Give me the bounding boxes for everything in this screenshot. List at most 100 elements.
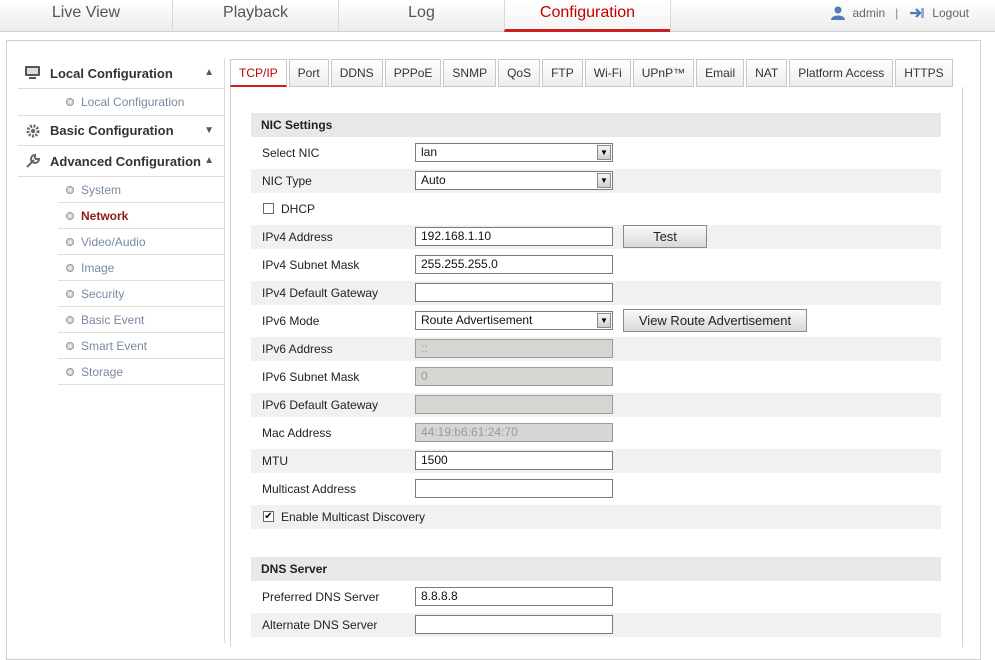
nav-tab-log[interactable]: Log	[338, 0, 504, 32]
top-nav-bar: Live View Playback Log Configuration adm…	[0, 0, 995, 32]
sidebar-item-video-audio[interactable]: Video/Audio	[58, 229, 224, 255]
ipv6-mode-row: IPv6 Mode Route Advertisement ▼ View Rou…	[251, 309, 941, 333]
nic-settings-title: NIC Settings	[251, 113, 941, 137]
nic-type-label: NIC Type	[262, 174, 312, 188]
chevron-up-icon[interactable]: ▲	[204, 67, 214, 78]
multicast-discovery-row: ✔ Enable Multicast Discovery	[251, 505, 941, 529]
sidebar-section-basic[interactable]: Basic Configuration ▼	[18, 115, 224, 146]
tab-tcp-ip[interactable]: TCP/IP	[230, 59, 287, 87]
multicast-address-row: Multicast Address	[251, 477, 941, 501]
ipv4-address-row: IPv4 Address 192.168.1.10 Test	[251, 225, 941, 249]
ipv6-mode-dropdown[interactable]: Route Advertisement ▼	[415, 311, 613, 330]
tab-ftp[interactable]: FTP	[542, 59, 583, 87]
tab-platform-access[interactable]: Platform Access	[789, 59, 894, 87]
sidebar-item-local-configuration[interactable]: Local Configuration	[58, 89, 224, 115]
bullet-icon	[66, 237, 74, 246]
mac-address-label: Mac Address	[262, 426, 332, 440]
mtu-label: MTU	[262, 454, 288, 468]
bullet-icon	[66, 263, 74, 272]
ipv4-gateway-input[interactable]	[415, 283, 613, 302]
preferred-dns-row: Preferred DNS Server 8.8.8.8	[251, 585, 941, 609]
alternate-dns-row: Alternate DNS Server	[251, 613, 941, 637]
select-nic-row: Select NIC lan ▼	[251, 141, 941, 165]
sidebar-item-network[interactable]: Network	[58, 203, 224, 229]
nic-type-dropdown[interactable]: Auto ▼	[415, 171, 613, 190]
multicast-discovery-checkbox[interactable]: ✔	[263, 511, 274, 522]
dropdown-arrow-icon[interactable]: ▼	[597, 173, 611, 188]
ipv6-mode-label: IPv6 Mode	[262, 314, 320, 328]
sidebar: Local Configuration ▲ Local Configuratio…	[18, 58, 224, 385]
test-button[interactable]: Test	[623, 225, 707, 248]
ipv4-mask-row: IPv4 Subnet Mask 255.255.255.0	[251, 253, 941, 277]
dropdown-arrow-icon[interactable]: ▼	[597, 145, 611, 160]
ipv4-gateway-row: IPv4 Default Gateway	[251, 281, 941, 305]
sidebar-item-storage[interactable]: Storage	[58, 359, 224, 385]
sidebar-item-label: Network	[81, 208, 129, 223]
ipv6-address-row: IPv6 Address ::	[251, 337, 941, 361]
user-icon	[831, 6, 846, 20]
sidebar-item-image[interactable]: Image	[58, 255, 224, 281]
alternate-dns-label: Alternate DNS Server	[262, 618, 378, 632]
chevron-up-icon[interactable]: ▲	[204, 155, 214, 166]
view-route-advertisement-button[interactable]: View Route Advertisement	[623, 309, 807, 332]
bullet-icon	[66, 289, 74, 298]
tab-snmp[interactable]: SNMP	[443, 59, 497, 87]
sidebar-item-smart-event[interactable]: Smart Event	[58, 333, 224, 359]
monitor-icon	[25, 66, 40, 79]
bullet-icon	[66, 98, 74, 106]
tab-email[interactable]: Email	[696, 59, 745, 87]
tab-port[interactable]: Port	[288, 59, 329, 87]
sidebar-item-label: Basic Event	[81, 312, 145, 327]
tab-https[interactable]: HTTPS	[895, 59, 953, 87]
nav-tab-playback[interactable]: Playback	[172, 0, 338, 32]
nav-tab-live-view[interactable]: Live View	[0, 0, 172, 32]
mac-address-row: Mac Address 44:19:b6:61:24:70	[251, 421, 941, 445]
ipv6-mask-input: 0	[415, 367, 613, 386]
mtu-row: MTU 1500	[251, 449, 941, 473]
tab-ddns[interactable]: DDNS	[330, 59, 383, 87]
bullet-icon	[66, 315, 74, 324]
ipv6-address-label: IPv6 Address	[262, 342, 333, 356]
tab-pppoe[interactable]: PPPoE	[384, 59, 442, 87]
nav-divider	[670, 0, 671, 32]
preferred-dns-label: Preferred DNS Server	[262, 590, 380, 604]
sidebar-item-label: Storage	[81, 364, 124, 379]
sidebar-item-security[interactable]: Security	[58, 281, 224, 307]
username: admin	[852, 6, 886, 20]
sidebar-item-system[interactable]: System	[58, 177, 224, 203]
sidebar-section-advanced[interactable]: Advanced Configuration ▲	[18, 146, 224, 177]
logout-link[interactable]: Logout	[932, 6, 969, 20]
ipv6-gateway-row: IPv6 Default Gateway	[251, 393, 941, 417]
network-tabs: TCP/IP Port DDNS PPPoE SNMP QoS FTP Wi-F…	[230, 59, 955, 87]
tab-nat[interactable]: NAT	[746, 59, 788, 87]
nav-tab-configuration[interactable]: Configuration	[504, 0, 670, 32]
preferred-dns-input[interactable]: 8.8.8.8	[415, 587, 613, 606]
ipv6-gateway-label: IPv6 Default Gateway	[262, 398, 379, 412]
gear-icon	[26, 124, 40, 137]
sidebar-section-basic-label: Basic Configuration	[50, 123, 174, 138]
nic-type-value: Auto	[421, 173, 446, 187]
bullet-icon	[66, 211, 74, 220]
tab-upnp[interactable]: UPnP™	[632, 59, 695, 87]
dhcp-checkbox[interactable]	[263, 203, 274, 214]
alternate-dns-input[interactable]	[415, 615, 613, 634]
sidebar-item-label: Local Configuration	[81, 95, 185, 109]
dropdown-arrow-icon[interactable]: ▼	[597, 313, 611, 328]
dns-server-title: DNS Server	[251, 557, 941, 581]
ipv4-mask-input[interactable]: 255.255.255.0	[415, 255, 613, 274]
dhcp-row: DHCP	[251, 197, 941, 221]
tab-wifi[interactable]: Wi-Fi	[584, 59, 631, 87]
ipv4-address-input[interactable]: 192.168.1.10	[415, 227, 613, 246]
mtu-input[interactable]: 1500	[415, 451, 613, 470]
logout-icon[interactable]	[908, 7, 926, 19]
nic-type-row: NIC Type Auto ▼	[251, 169, 941, 193]
sidebar-section-advanced-label: Advanced Configuration	[50, 153, 201, 169]
sidebar-section-local[interactable]: Local Configuration ▲	[18, 58, 224, 89]
chevron-down-icon[interactable]: ▼	[204, 125, 214, 136]
tab-qos[interactable]: QoS	[498, 59, 541, 87]
multicast-address-input[interactable]	[415, 479, 613, 498]
ipv6-gateway-input	[415, 395, 613, 414]
select-nic-dropdown[interactable]: lan ▼	[415, 143, 613, 162]
ipv6-address-input: ::	[415, 339, 613, 358]
sidebar-item-basic-event[interactable]: Basic Event	[58, 307, 224, 333]
